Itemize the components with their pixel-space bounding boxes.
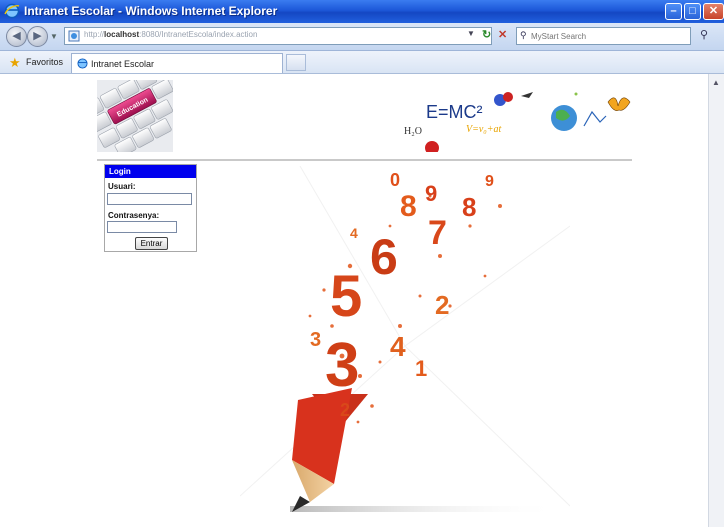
password-field[interactable] xyxy=(107,221,177,233)
digit-9: 9 xyxy=(425,181,437,206)
digit-5: 5 xyxy=(330,264,362,329)
address-url[interactable]: http://localhost:8080/IntranetEscola/ind… xyxy=(84,30,257,39)
url-host: localhost xyxy=(104,30,140,39)
login-submit-button[interactable]: Entrar xyxy=(135,237,168,250)
pencil-numbers-illustration: 0 9 8 7 6 5 4 3 2 1 9 8 3 4 2 xyxy=(240,166,570,512)
header-divider xyxy=(97,159,632,161)
window-title: Intranet Escolar - Windows Internet Expl… xyxy=(24,4,278,18)
digit-1: 1 xyxy=(415,356,427,381)
science-banner: H₂O E=MC² V=v₀+at xyxy=(404,92,631,152)
close-window-button[interactable]: ✕ xyxy=(703,3,724,20)
molecule-icon xyxy=(425,141,439,152)
internet-explorer-icon xyxy=(4,3,20,19)
digit-3: 3 xyxy=(325,331,359,400)
digit-6: 6 xyxy=(370,229,398,285)
velocity-equation: V=v₀+at xyxy=(466,124,502,135)
digit-small-8: 8 xyxy=(462,192,476,222)
tab-intranet-escolar[interactable]: Intranet Escolar xyxy=(71,53,283,73)
digit-small-4: 4 xyxy=(350,225,358,241)
search-go-button[interactable]: ⚲ xyxy=(700,28,708,41)
digit-8: 8 xyxy=(400,190,417,223)
back-button[interactable]: ◀ xyxy=(6,26,27,47)
window-title-bar: Intranet Escolar - Windows Internet Expl… xyxy=(0,0,724,23)
digit-0: 0 xyxy=(390,170,400,190)
scroll-up-icon[interactable]: ▲ xyxy=(712,78,720,87)
address-toolbar: ◀ ▶ ▼ http://localhost:8080/IntranetEsco… xyxy=(0,23,724,51)
minimize-button[interactable]: – xyxy=(665,3,682,20)
url-path: :8080/IntranetEscola/index.action xyxy=(139,30,258,39)
digit-4: 4 xyxy=(390,331,406,362)
h2o-text: H₂O xyxy=(404,126,422,137)
search-input[interactable] xyxy=(531,29,681,43)
new-tab-button[interactable] xyxy=(286,54,306,71)
digit-small-3: 3 xyxy=(310,329,321,351)
url-prefix: http:// xyxy=(84,30,105,39)
address-bar[interactable]: http://localhost:8080/IntranetEscola/ind… xyxy=(64,27,492,45)
digit-2: 2 xyxy=(435,290,449,320)
tab-label: Intranet Escolar xyxy=(91,59,155,69)
login-header: Login xyxy=(105,165,196,178)
stop-button[interactable]: ✕ xyxy=(498,28,507,41)
vertical-scrollbar[interactable]: ▲ xyxy=(708,74,724,527)
favorites-star-icon[interactable]: ★ xyxy=(9,55,21,71)
education-keyboard-banner: Education xyxy=(97,80,173,152)
digit-7: 7 xyxy=(428,214,447,252)
favorites-button[interactable]: Favoritos xyxy=(26,57,63,67)
butterfly-icon xyxy=(607,97,631,111)
refresh-button[interactable]: ↻ xyxy=(482,28,491,41)
page-content: Education H₂O E=MC² V=v₀+at Login Usuari… xyxy=(0,74,708,527)
airplane-icon xyxy=(521,92,533,98)
favorites-bar: ★ Favoritos Intranet Escolar xyxy=(0,51,724,74)
login-panel: Login Usuari: Contrasenya: Entrar xyxy=(104,164,197,252)
user-label: Usuari: xyxy=(108,182,136,191)
graph-icon xyxy=(583,110,607,127)
tab-page-icon xyxy=(77,58,88,69)
address-dropdown-icon[interactable]: ▼ xyxy=(467,29,475,38)
digit-small-9: 9 xyxy=(485,173,494,190)
history-dropdown-icon[interactable]: ▼ xyxy=(50,32,58,41)
forward-button[interactable]: ▶ xyxy=(27,26,48,47)
page-icon xyxy=(68,30,80,42)
formula-text: E=MC² xyxy=(426,102,483,122)
search-icon: ⚲ xyxy=(520,30,527,40)
maximize-button[interactable]: □ xyxy=(684,3,701,20)
password-label: Contrasenya: xyxy=(108,211,160,220)
user-field[interactable] xyxy=(107,193,192,205)
digit-small-2: 2 xyxy=(340,400,350,420)
search-field[interactable]: ⚲ xyxy=(516,27,691,45)
